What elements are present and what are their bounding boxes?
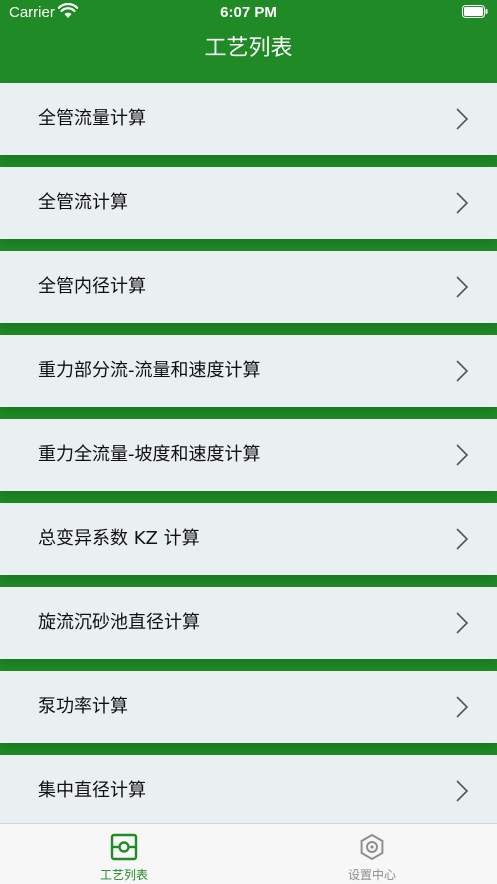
chevron-right-icon: [456, 192, 469, 214]
process-list-icon: [110, 833, 138, 861]
battery-icon: [462, 5, 488, 18]
list-item-label: 重力全流量-坡度和速度计算: [38, 444, 261, 465]
tab-settings[interactable]: 设置中心: [248, 824, 496, 884]
list-item[interactable]: 泵功率计算: [0, 671, 497, 743]
page-title: 工艺列表: [204, 36, 293, 61]
list-item-label: 泵功率计算: [38, 696, 128, 717]
tab-process-list[interactable]: 工艺列表: [0, 824, 248, 884]
list-item-label: 全管流计算: [38, 192, 128, 213]
clock: 6:07 PM: [220, 4, 277, 21]
settings-icon: [360, 833, 384, 861]
list-item[interactable]: 全管内径计算: [0, 251, 497, 323]
list-item[interactable]: 旋流沉砂池直径计算: [0, 587, 497, 659]
chevron-right-icon: [456, 444, 469, 466]
list-item[interactable]: 重力部分流-流量和速度计算: [0, 335, 497, 407]
tab-bar: 工艺列表 设置中心: [0, 823, 497, 884]
list-item-label: 旋流沉砂池直径计算: [38, 612, 200, 633]
list-item-label: 全管流量计算: [38, 108, 146, 129]
list-item[interactable]: 全管流计算: [0, 167, 497, 239]
chevron-right-icon: [456, 108, 469, 130]
list-item-label: 总变异系数 KZ 计算: [38, 528, 200, 549]
list-item-label: 集中直径计算: [38, 780, 146, 801]
tab-label: 工艺列表: [99, 868, 148, 882]
chevron-right-icon: [456, 612, 469, 634]
nav-bar: 工艺列表: [0, 24, 497, 78]
chevron-right-icon: [456, 360, 469, 382]
list-item-label: 全管内径计算: [38, 276, 146, 297]
chevron-right-icon: [456, 780, 469, 802]
chevron-right-icon: [456, 528, 469, 550]
tab-label: 设置中心: [347, 868, 396, 882]
chevron-right-icon: [456, 696, 469, 718]
status-bar: Carrier 6:07 PM: [0, 0, 497, 24]
list-item[interactable]: 集中直径计算: [0, 755, 497, 827]
chevron-right-icon: [456, 276, 469, 298]
list-item[interactable]: 全管流量计算: [0, 83, 497, 155]
list-item-label: 重力部分流-流量和速度计算: [38, 360, 261, 381]
list-item[interactable]: 重力全流量-坡度和速度计算: [0, 419, 497, 491]
list-item[interactable]: 总变异系数 KZ 计算: [0, 503, 497, 575]
process-list: 全管流量计算 全管流计算 全管内径计算 重力部分流-流量和速度计算 重力全流量-…: [0, 83, 497, 839]
